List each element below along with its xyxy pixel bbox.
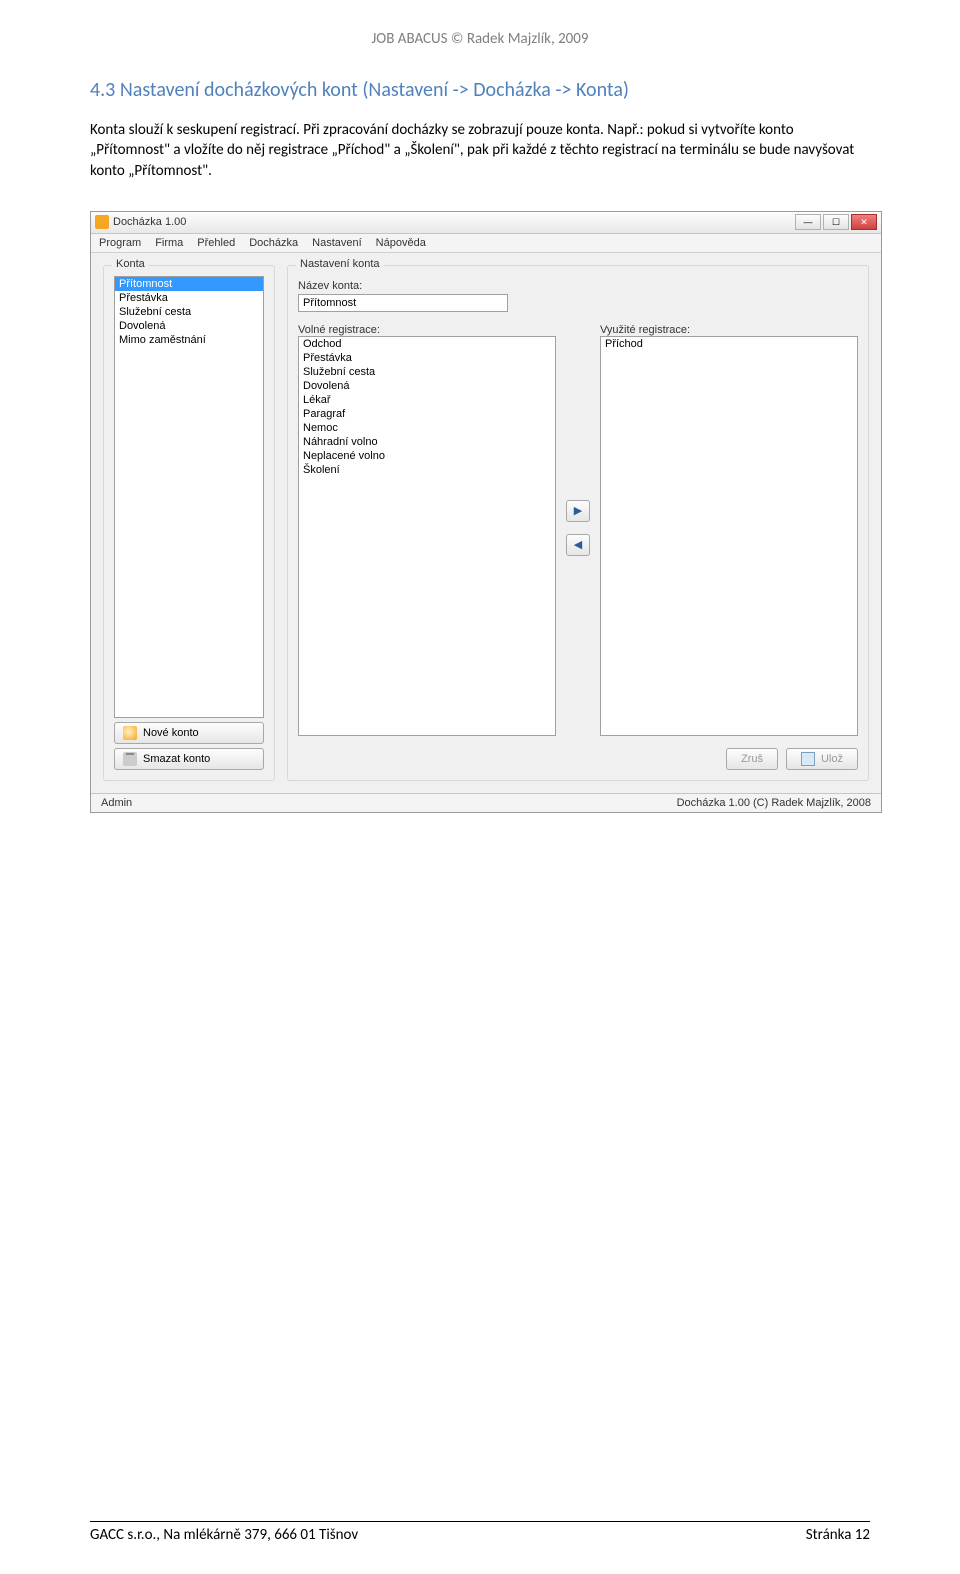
- list-item[interactable]: Dovolená: [299, 379, 555, 393]
- footer-left: GACC s.r.o., Na mlékárně 379, 666 01 Tiš…: [90, 1526, 358, 1544]
- new-icon: [123, 726, 137, 740]
- list-item[interactable]: Mimo zaměstnání: [115, 333, 263, 347]
- list-item[interactable]: Neplacené volno: [299, 449, 555, 463]
- used-reg-label: Využité registrace:: [600, 324, 858, 336]
- save-label: Ulož: [821, 753, 843, 765]
- menu-napoveda[interactable]: Nápověda: [376, 237, 426, 249]
- delete-konto-button[interactable]: Smazat konto: [114, 748, 264, 770]
- arrow-column: ▶ ◀: [566, 320, 590, 736]
- minimize-button[interactable]: —: [795, 214, 821, 230]
- statusbar: Admin Docházka 1.00 (C) Radek Majzlík, 2…: [91, 793, 881, 812]
- close-button[interactable]: ✕: [851, 214, 877, 230]
- save-icon: [801, 752, 815, 766]
- app-icon: [95, 215, 109, 229]
- arrow-left-icon: ◀: [574, 538, 582, 551]
- menu-program[interactable]: Program: [99, 237, 141, 249]
- footer-right: Stránka 12: [806, 1526, 870, 1544]
- arrow-right-icon: ▶: [574, 504, 582, 517]
- doc-header: JOB ABACUS © Radek Majzlík, 2009: [90, 30, 870, 48]
- used-reg-listbox[interactable]: Příchod: [600, 336, 858, 736]
- cancel-label: Zruš: [741, 753, 763, 765]
- list-item[interactable]: Služební cesta: [299, 365, 555, 379]
- list-item[interactable]: Dovolená: [115, 319, 263, 333]
- menu-prehled[interactable]: Přehled: [197, 237, 235, 249]
- titlebar: Docházka 1.00 — ☐ ✕: [91, 212, 881, 234]
- body-paragraph: Konta slouží k seskupení registrací. Při…: [90, 120, 870, 181]
- konta-listbox[interactable]: Přítomnost Přestávka Služební cesta Dovo…: [114, 276, 264, 718]
- move-left-button[interactable]: ◀: [566, 534, 590, 556]
- trash-icon: [123, 752, 137, 766]
- delete-konto-label: Smazat konto: [143, 753, 210, 765]
- status-left: Admin: [101, 797, 132, 809]
- menu-nastaveni[interactable]: Nastavení: [312, 237, 362, 249]
- cancel-button[interactable]: Zruš: [726, 748, 778, 770]
- list-item[interactable]: Přestávka: [115, 291, 263, 305]
- nastaveni-group-label: Nastavení konta: [296, 258, 384, 270]
- name-input[interactable]: [298, 294, 508, 312]
- nastaveni-group: Nastavení konta Název konta: Volné regis…: [287, 265, 869, 781]
- window-title: Docházka 1.00: [113, 216, 795, 228]
- list-item[interactable]: Odchod: [299, 337, 555, 351]
- new-konto-label: Nové konto: [143, 727, 199, 739]
- window-controls: — ☐ ✕: [795, 214, 877, 230]
- menu-dochazka[interactable]: Docházka: [249, 237, 298, 249]
- client-area: Konta Přítomnost Přestávka Služební cest…: [91, 253, 881, 793]
- maximize-button[interactable]: ☐: [823, 214, 849, 230]
- new-konto-button[interactable]: Nové konto: [114, 722, 264, 744]
- list-item[interactable]: Lékař: [299, 393, 555, 407]
- page-footer: GACC s.r.o., Na mlékárně 379, 666 01 Tiš…: [90, 1521, 870, 1544]
- section-title: 4.3 Nastavení docházkových kont (Nastave…: [90, 78, 870, 102]
- list-item[interactable]: Přestávka: [299, 351, 555, 365]
- status-right: Docházka 1.00 (C) Radek Majzlík, 2008: [677, 797, 871, 809]
- save-button[interactable]: Ulož: [786, 748, 858, 770]
- menubar: Program Firma Přehled Docházka Nastavení…: [91, 234, 881, 253]
- list-item[interactable]: Služební cesta: [115, 305, 263, 319]
- menu-firma[interactable]: Firma: [155, 237, 183, 249]
- free-reg-label: Volné registrace:: [298, 324, 556, 336]
- name-label: Název konta:: [298, 280, 858, 292]
- list-item[interactable]: Přítomnost: [115, 277, 263, 291]
- list-item[interactable]: Nemoc: [299, 421, 555, 435]
- list-item[interactable]: Náhradní volno: [299, 435, 555, 449]
- list-item[interactable]: Paragraf: [299, 407, 555, 421]
- konta-group-label: Konta: [112, 258, 149, 270]
- list-item[interactable]: Příchod: [601, 337, 857, 351]
- konta-group: Konta Přítomnost Přestávka Služební cest…: [103, 265, 275, 781]
- app-window: Docházka 1.00 — ☐ ✕ Program Firma Přehle…: [90, 211, 882, 813]
- move-right-button[interactable]: ▶: [566, 500, 590, 522]
- list-item[interactable]: Školení: [299, 463, 555, 477]
- free-reg-listbox[interactable]: Odchod Přestávka Služební cesta Dovolená…: [298, 336, 556, 736]
